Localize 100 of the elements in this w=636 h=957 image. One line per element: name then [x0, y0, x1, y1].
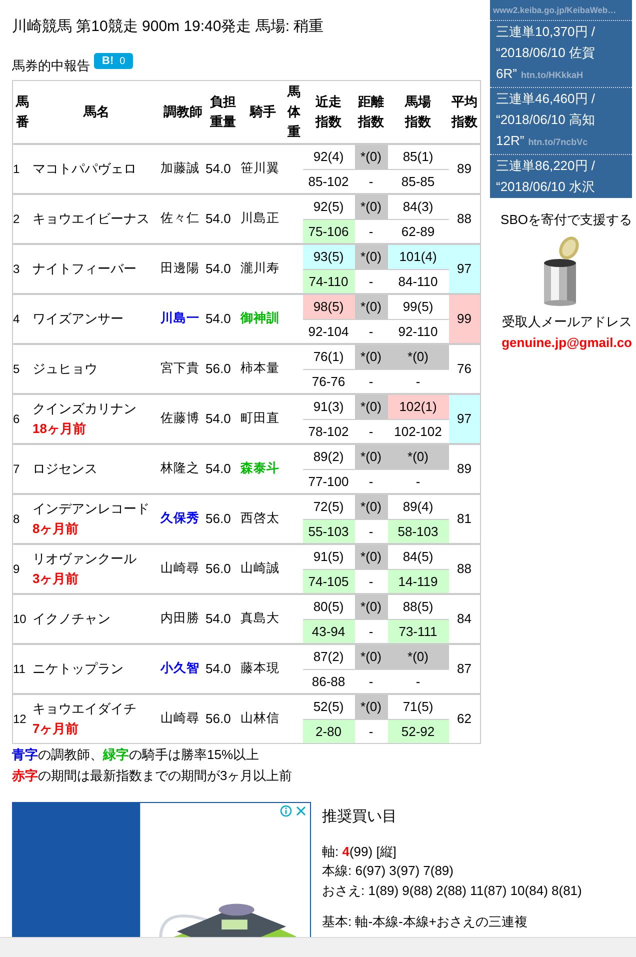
index-cell: - — [354, 469, 388, 494]
jockey-cell: 西啓太 — [240, 494, 286, 544]
trainer-cell: 小久智 — [160, 644, 206, 694]
index-cell: 74-110 — [302, 269, 354, 294]
horse-name: マコトパパヴェロ — [32, 160, 138, 178]
index-cell: *(0) — [354, 644, 388, 669]
horse-name: ナイトフィーバー — [32, 260, 138, 278]
horse-name: インデアンレコード — [32, 500, 150, 518]
jockey-cell: 藤本現 — [240, 644, 286, 694]
info-icon[interactable] — [280, 804, 292, 816]
index-cell: *(0) — [354, 144, 388, 169]
table-cell: 10 — [12, 594, 32, 644]
table-cell: 54.0 — [206, 194, 240, 244]
bet-line: おさえ: 1(89) 9(88) 2(88) 11(87) 10(84) 8(81) — [322, 882, 582, 900]
table-cell: 54.0 — [206, 644, 240, 694]
index-cell: 14-119 — [388, 569, 448, 594]
index-cell: - — [354, 169, 388, 194]
index-cell: - — [354, 719, 388, 743]
index-cell: 92-104 — [302, 319, 354, 344]
index-cell: 77-100 — [302, 469, 354, 494]
jockey-cell: 森泰斗 — [240, 444, 286, 494]
horse-name: イクノチャン — [32, 610, 112, 628]
index-cell: *(0) — [354, 694, 388, 719]
index-cell: 84-110 — [388, 269, 448, 294]
table-cell: 99 — [448, 294, 480, 344]
index-cell: 2-80 — [302, 719, 354, 743]
short-url-link[interactable]: htn.to/HKkkaH — [520, 70, 583, 80]
table-cell: 1 — [12, 144, 32, 194]
jockey-cell: 山崎誠 — [240, 544, 286, 594]
index-cell: 86-88 — [302, 669, 354, 694]
feed-entry[interactable]: 三連単10,370円 / “2018/06/10 佐賀 6R” htn.to/HKkkaH — [490, 21, 632, 88]
short-url-link[interactable]: www2.keiba.go.jp/KeibaWeb… — [493, 5, 616, 15]
table-cell: 56.0 — [206, 494, 240, 544]
horse-name: ロジセンス — [32, 460, 98, 478]
table-cell: 56.0 — [206, 544, 240, 594]
index-cell: - — [354, 319, 388, 344]
column-header: 馬名 — [32, 80, 160, 144]
mail-label: 受取人メールアドレス — [502, 313, 632, 331]
feed-entry[interactable]: 三連単46,460円 / “2018/06/10 高知 12R” htn.to/7ncbVc — [490, 88, 632, 155]
index-cell: - — [354, 519, 388, 544]
close-icon[interactable] — [295, 804, 307, 816]
index-cell: 85-102 — [302, 169, 354, 194]
index-cell: - — [388, 469, 448, 494]
column-header: 平均指数 — [448, 80, 480, 144]
jockey-cell: 川島正 — [240, 194, 286, 244]
index-cell: 101(4) — [388, 244, 448, 269]
index-cell: - — [388, 369, 448, 394]
index-cell: - — [354, 219, 388, 244]
trainer-cell: 川島一 — [160, 294, 206, 344]
table-cell: 54.0 — [206, 144, 240, 194]
horse-name: リオヴァンクール — [32, 550, 138, 568]
table-cell: 8 — [12, 494, 32, 544]
index-cell: 98(5) — [302, 294, 354, 319]
index-cell: 55-103 — [302, 519, 354, 544]
table-cell: 56.0 — [206, 694, 240, 743]
table-cell: 97 — [448, 244, 480, 294]
trainer-cell: 林隆之 — [160, 444, 206, 494]
feed-entry[interactable]: 三連単86,220円 / “2018/06/10 水沢 — [490, 155, 632, 198]
trainer-cell: 久保秀 — [160, 494, 206, 544]
table-cell: 54.0 — [206, 244, 240, 294]
index-cell: *(0) — [354, 244, 388, 269]
report-label: 馬券的中報告 — [12, 58, 90, 74]
column-header: 馬番 — [12, 80, 32, 144]
index-cell: 102-102 — [388, 419, 448, 444]
trainer-cell: 山崎尋 — [160, 544, 206, 594]
trainer-cell: 田邊陽 — [160, 244, 206, 294]
table-cell: 4 — [12, 294, 32, 344]
index-cell: - — [354, 619, 388, 644]
index-cell: 76-76 — [302, 369, 354, 394]
horse-name: キョウエイビーナス — [32, 210, 150, 228]
index-cell: 78-102 — [302, 419, 354, 444]
short-url-link[interactable]: htn.to/7ncbVc — [528, 137, 588, 147]
horse-name: ニケトップラン — [32, 660, 124, 678]
index-cell: 58-103 — [388, 519, 448, 544]
donate-text: SBOを寄付で支援する — [500, 211, 632, 229]
period-note: 7ヶ月前 — [32, 720, 80, 738]
jockey-cell: 笹川翼 — [240, 144, 286, 194]
trainer-cell: 内田勝 — [160, 594, 206, 644]
jockey-cell: 柿本量 — [240, 344, 286, 394]
table-cell: 3 — [12, 244, 32, 294]
index-cell: 85(1) — [388, 144, 448, 169]
jockey-cell: 町田直 — [240, 394, 286, 444]
bookmark-button[interactable]: B! 0 — [94, 53, 134, 69]
index-cell: - — [388, 669, 448, 694]
table-cell: 97 — [448, 394, 480, 444]
jockey-cell: 真島大 — [240, 594, 286, 644]
column-header: 馬場指数 — [388, 80, 448, 144]
jockey-cell: 山林信 — [240, 694, 286, 743]
email-address: genuine.jp@gmail.co — [502, 335, 632, 350]
index-cell: - — [354, 369, 388, 394]
jockey-cell: 瀧川寿 — [240, 244, 286, 294]
table-cell: 5 — [12, 344, 32, 394]
index-cell: 75-106 — [302, 219, 354, 244]
table-cell: 89 — [448, 444, 480, 494]
table-cell: 89 — [448, 144, 480, 194]
column-header: 調教師 — [160, 80, 206, 144]
bet-basis: 基本: 軸-本線-本線+おさえの三連複 — [322, 913, 528, 931]
horse-name: クインズカリナン — [32, 400, 138, 418]
table-cell: 12 — [12, 694, 32, 743]
table-cell: 6 — [12, 394, 32, 444]
